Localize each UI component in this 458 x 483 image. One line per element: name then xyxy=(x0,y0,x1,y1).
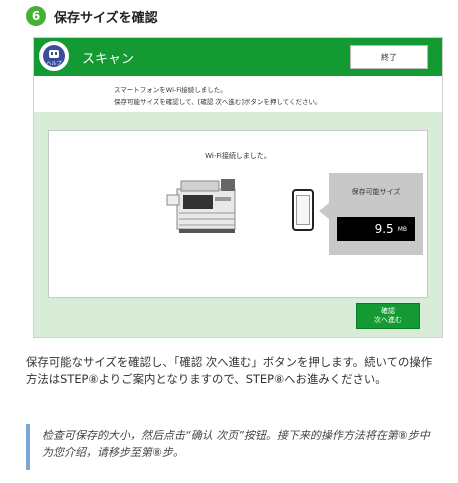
status-panel: Wi-Fi接続しました。 保存可能サイズ 9.5 MB xyxy=(48,130,428,298)
app-title: スキャン xyxy=(82,52,135,67)
capacity-box: 保存可能サイズ 9.5 MB xyxy=(319,173,423,255)
capacity-label: 保存可能サイズ xyxy=(351,188,401,196)
step-title: 保存サイズを確認 xyxy=(54,10,158,26)
wifi-connected-text: Wi-Fi接続しました。 xyxy=(205,152,271,160)
confirm-line-2: 次へ進む xyxy=(374,316,402,324)
capacity-number: 9.5 xyxy=(374,222,394,236)
message-line-1: スマートフォンをWi-Fi接続しました。 xyxy=(114,86,227,94)
note-text-zh: 检查可保存的大小，然后点击“确认 次页”按钮。接下来的操作方法将在第⑧步中为您介… xyxy=(42,429,430,459)
step-header: 6 保存サイズを確認 xyxy=(26,6,158,26)
help-label: ヘルプ xyxy=(46,61,62,67)
step-number-badge: 6 xyxy=(26,6,46,26)
scan-screen: ヘルプ スキャン 終了 スマートフォンをWi-Fi接続しました。 保存可能サイズ… xyxy=(33,37,443,338)
top-bar: ヘルプ スキャン 終了 xyxy=(34,38,442,76)
description-ja: 保存可能なサイズを確認し、「確認 次へ進む」ボタンを押します。続いての操作方法は… xyxy=(26,355,433,386)
message-line-2: 保存可能サイズを確認して、[確認 次へ進む]ボタンを押してください。 xyxy=(114,98,322,106)
capacity-unit: MB xyxy=(397,225,407,233)
message-bar: スマートフォンをWi-Fi接続しました。 保存可能サイズを確認して、[確認 次へ… xyxy=(34,76,442,112)
capacity-value: 9.5 MB xyxy=(337,217,415,241)
smartphone-icon xyxy=(292,189,314,231)
confirm-next-button[interactable]: 確認 次へ進む xyxy=(356,303,420,329)
confirm-line-1: 確認 xyxy=(381,307,395,315)
printer-icon xyxy=(166,179,236,233)
end-button[interactable]: 終了 xyxy=(350,45,428,69)
help-button[interactable]: ヘルプ xyxy=(39,41,69,71)
note-box: 检查可保存的大小，然后点击“确认 次页”按钮。接下来的操作方法将在第⑧步中为您介… xyxy=(26,424,440,470)
help-robot-icon: ヘルプ xyxy=(43,45,65,67)
